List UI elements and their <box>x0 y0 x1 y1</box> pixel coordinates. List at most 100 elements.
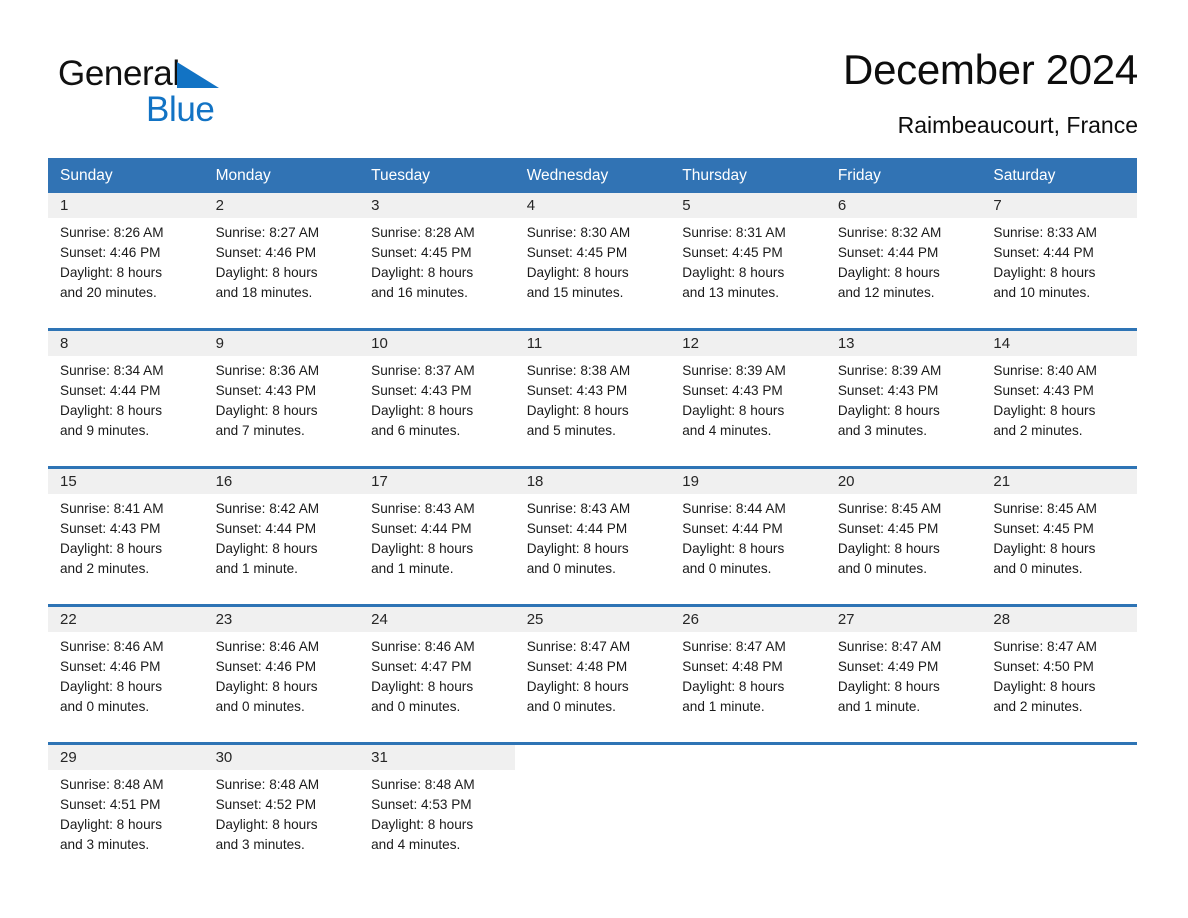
day-cell-7[interactable]: 7 Sunrise: 8:33 AM Sunset: 4:44 PM Daylight… <box>981 193 1137 314</box>
day-number-bar: 27 <box>825 607 982 632</box>
calendar-header-row: Sunday Monday Tuesday Wednesday Thursday Frid… <box>48 158 1137 193</box>
week-separator <box>48 590 1137 604</box>
day-cell-4[interactable]: 4 Sunrise: 8:30 AM Sunset: 4:45 PM Daylight… <box>514 193 671 314</box>
day-cell-26[interactable]: 26 Sunrise: 8:47 AM Sunset: 4:48 PM Dayligh… <box>670 604 826 728</box>
day-cell-25[interactable]: 25 Sunrise: 8:47 AM Sunset: 4:48 PM Dayligh… <box>514 604 671 728</box>
day-detail-line: Sunset: 4:48 PM <box>526 659 628 674</box>
day-detail-line: Sunset: 4:43 PM <box>682 383 783 398</box>
day-cell-5[interactable]: 5 Sunrise: 8:31 AM Sunset: 4:45 PM Daylight… <box>670 193 826 314</box>
day-detail-line: and 16 minutes. <box>371 285 468 300</box>
day-detail-line: Sunrise: 8:46 AM <box>215 639 320 654</box>
day-detail-lines: Sunrise: 8:46 AM Sunset: 4:47 PM Daylight:… <box>359 632 515 717</box>
day-detail-line: Sunrise: 8:45 AM <box>993 501 1097 516</box>
day-cell-empty <box>981 742 1137 866</box>
day-cell-1[interactable]: 1 Sunrise: 8:26 AM Sunset: 4:46 PM Daylight… <box>48 193 204 314</box>
day-detail-lines: Sunrise: 8:47 AM Sunset: 4:50 PM Daylight:… <box>981 632 1137 717</box>
day-cell-16[interactable]: 16 Sunrise: 8:42 AM Sunset: 4:44 PM Dayligh… <box>203 466 360 590</box>
day-cell-31[interactable]: 31 Sunrise: 8:48 AM Sunset: 4:53 PM Dayligh… <box>359 742 515 866</box>
day-cell-21[interactable]: 21 Sunrise: 8:45 AM Sunset: 4:45 PM Dayligh… <box>981 466 1137 590</box>
day-cell-17[interactable]: 17 Sunrise: 8:43 AM Sunset: 4:44 PM Dayligh… <box>359 466 515 590</box>
day-cell: 9 Sunrise: 8:36 AM Sunset: 4:43 PM Daylight… <box>203 328 360 452</box>
day-cell-19[interactable]: 19 Sunrise: 8:44 AM Sunset: 4:44 PM Dayligh… <box>670 466 826 590</box>
day-cell-24[interactable]: 24 Sunrise: 8:46 AM Sunset: 4:47 PM Dayligh… <box>359 604 515 728</box>
day-cell: 10 Sunrise: 8:37 AM Sunset: 4:43 PM Dayligh… <box>359 328 515 452</box>
day-number: 24 <box>371 611 388 628</box>
day-cell <box>514 742 671 866</box>
day-cell-12[interactable]: 12 Sunrise: 8:39 AM Sunset: 4:43 PM Dayligh… <box>670 328 826 452</box>
day-detail-line: Sunset: 4:46 PM <box>60 659 161 674</box>
day-cell-8[interactable]: 8 Sunrise: 8:34 AM Sunset: 4:44 PM Daylight… <box>48 328 204 452</box>
day-detail-line: and 12 minutes. <box>837 285 935 300</box>
day-cell-27[interactable]: 27 Sunrise: 8:47 AM Sunset: 4:49 PM Dayligh… <box>825 604 982 728</box>
week-row: 1 Sunrise: 8:26 AM Sunset: 4:46 PM Daylight… <box>48 193 1137 314</box>
day-cell: 8 Sunrise: 8:34 AM Sunset: 4:44 PM Daylight… <box>48 328 204 452</box>
day-cell-29[interactable]: 29 Sunrise: 8:48 AM Sunset: 4:51 PM Dayligh… <box>48 742 204 866</box>
day-cell-14[interactable]: 14 Sunrise: 8:40 AM Sunset: 4:43 PM Dayligh… <box>981 328 1137 452</box>
day-detail-line: and 0 minutes. <box>371 699 461 714</box>
day-detail-line: and 2 minutes. <box>993 699 1083 714</box>
day-cell-9[interactable]: 9 Sunrise: 8:36 AM Sunset: 4:43 PM Daylight… <box>203 328 360 452</box>
day-number-bar: 15 <box>48 469 204 494</box>
day-cell-3[interactable]: 3 Sunrise: 8:28 AM Sunset: 4:45 PM Daylight… <box>359 193 515 314</box>
day-cell-20[interactable]: 20 Sunrise: 8:45 AM Sunset: 4:45 PM Dayligh… <box>825 466 982 590</box>
day-detail-line: and 6 minutes. <box>371 423 461 438</box>
day-cell-6[interactable]: 6 Sunrise: 8:32 AM Sunset: 4:44 PM Daylight… <box>825 193 982 314</box>
day-number: 17 <box>371 473 388 490</box>
day-detail-line: and 15 minutes. <box>526 285 624 300</box>
day-detail-line: and 0 minutes. <box>60 699 150 714</box>
day-detail-lines <box>981 770 1137 775</box>
logo-line-1: General <box>58 54 358 94</box>
day-detail-line: Daylight: 8 hours <box>215 679 318 694</box>
day-detail-line: Daylight: 8 hours <box>682 679 785 694</box>
day-number: 23 <box>215 611 233 628</box>
day-cell: 31 Sunrise: 8:48 AM Sunset: 4:53 PM Dayligh… <box>359 742 515 866</box>
day-detail-line: Daylight: 8 hours <box>526 265 629 280</box>
day-detail-line: Sunrise: 8:34 AM <box>60 363 164 378</box>
day-cell-15[interactable]: 15 Sunrise: 8:41 AM Sunset: 4:43 PM Dayligh… <box>48 466 204 590</box>
day-number: 15 <box>60 473 77 490</box>
day-cell: 27 Sunrise: 8:47 AM Sunset: 4:49 PM Dayligh… <box>825 604 982 728</box>
day-number: 10 <box>371 335 388 352</box>
day-cell-18[interactable]: 18 Sunrise: 8:43 AM Sunset: 4:44 PM Dayligh… <box>514 466 671 590</box>
day-cell-30[interactable]: 30 Sunrise: 8:48 AM Sunset: 4:52 PM Dayligh… <box>203 742 360 866</box>
week-row: 8 Sunrise: 8:34 AM Sunset: 4:44 PM Daylight… <box>48 328 1137 452</box>
calendar-table: Sunday Monday Tuesday Wednesday Thursday Frid… <box>48 158 1137 866</box>
day-cell-28[interactable]: 28 Sunrise: 8:47 AM Sunset: 4:50 PM Dayligh… <box>981 604 1137 728</box>
day-detail-lines: Sunrise: 8:34 AM Sunset: 4:44 PM Daylight:… <box>48 356 204 441</box>
day-cell: 29 Sunrise: 8:48 AM Sunset: 4:51 PM Dayligh… <box>48 742 204 866</box>
day-cell-22[interactable]: 22 Sunrise: 8:46 AM Sunset: 4:46 PM Dayligh… <box>48 604 204 728</box>
day-detail-line: Daylight: 8 hours <box>215 817 318 832</box>
day-number-bar: 11 <box>514 331 671 356</box>
day-detail-lines <box>515 770 671 775</box>
day-detail-line: Daylight: 8 hours <box>993 541 1096 556</box>
day-number: 28 <box>993 611 1011 628</box>
day-detail-line: Sunrise: 8:48 AM <box>371 777 475 792</box>
day-detail-line: and 18 minutes. <box>215 285 313 300</box>
day-number-bar: 25 <box>514 607 671 632</box>
general-blue-logo[interactable]: General Blue <box>58 54 358 138</box>
day-detail-line: Sunrise: 8:43 AM <box>371 501 475 516</box>
day-detail-line: Sunrise: 8:32 AM <box>837 225 942 240</box>
day-detail-line: Sunrise: 8:44 AM <box>682 501 786 516</box>
day-number: 30 <box>215 749 233 766</box>
day-detail-line: and 4 minutes. <box>682 423 772 438</box>
day-number-bar: 12 <box>670 331 826 356</box>
day-detail-lines: Sunrise: 8:45 AM Sunset: 4:45 PM Daylight:… <box>826 494 982 579</box>
day-detail-line: Daylight: 8 hours <box>837 265 940 280</box>
day-detail-line: Daylight: 8 hours <box>371 817 474 832</box>
day-cell-11[interactable]: 11 Sunrise: 8:38 AM Sunset: 4:43 PM Dayligh… <box>514 328 671 452</box>
day-detail-line: Sunrise: 8:42 AM <box>215 501 320 516</box>
day-number: 29 <box>60 749 77 766</box>
day-cell: 2 Sunrise: 8:27 AM Sunset: 4:46 PM Daylight… <box>203 193 360 314</box>
day-number-bar: 31 <box>359 745 515 770</box>
day-detail-line: Sunrise: 8:46 AM <box>371 639 475 654</box>
day-cell-10[interactable]: 10 Sunrise: 8:37 AM Sunset: 4:43 PM Dayligh… <box>359 328 515 452</box>
day-detail-line: Sunrise: 8:27 AM <box>215 225 320 240</box>
day-detail-lines: Sunrise: 8:27 AM Sunset: 4:46 PM Daylight:… <box>204 218 360 303</box>
day-detail-line: Daylight: 8 hours <box>837 541 940 556</box>
day-cell-2[interactable]: 2 Sunrise: 8:27 AM Sunset: 4:46 PM Daylight… <box>203 193 360 314</box>
day-detail-lines: Sunrise: 8:39 AM Sunset: 4:43 PM Daylight:… <box>826 356 982 441</box>
day-cell-13[interactable]: 13 Sunrise: 8:39 AM Sunset: 4:43 PM Dayligh… <box>825 328 982 452</box>
day-cell-23[interactable]: 23 Sunrise: 8:46 AM Sunset: 4:46 PM Dayligh… <box>203 604 360 728</box>
day-detail-line: Sunrise: 8:47 AM <box>837 639 942 654</box>
